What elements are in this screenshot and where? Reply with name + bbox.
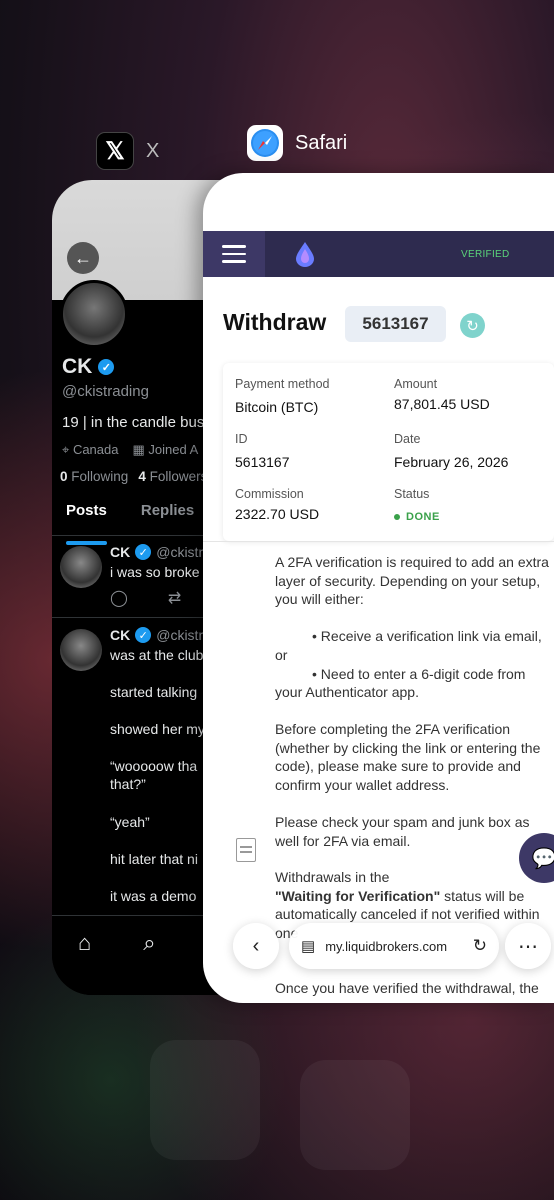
location-text: Canada [72, 442, 119, 457]
x-app-label[interactable]: 𝕏 X [96, 132, 159, 170]
tweet-text: started talking [110, 684, 198, 700]
wallet-paragraph: Before completing the 2FA verification (… [275, 721, 541, 793]
tweet-author: CK [110, 544, 131, 560]
id-label: ID [235, 432, 248, 446]
reload-icon[interactable]: ↻ [473, 936, 487, 956]
waiting-prefix: Withdrawals in the [275, 869, 390, 885]
document-icon [236, 838, 256, 862]
tweet-text: hit later that ni [110, 851, 198, 867]
commission-value: 2322.70 USD [235, 506, 320, 522]
retweet-icon[interactable]: ⇄ [168, 588, 181, 608]
safari-app-label[interactable]: Safari [247, 125, 347, 161]
instruction-bullet: • Need to enter a 6-digit code from [312, 666, 526, 682]
status-value: DONE [406, 511, 440, 523]
amount-value: 87,801.45 USD [394, 396, 490, 412]
tweet-text: i was so broke [110, 564, 200, 580]
followers-link[interactable]: 4 Followers [138, 469, 207, 484]
tweet-text: “yeah” [110, 814, 150, 830]
home-icon[interactable]: ⌂ [78, 930, 91, 995]
safari-compass-icon [247, 125, 283, 161]
id-value: 5613167 [235, 454, 290, 470]
amount-label: Amount [394, 377, 438, 391]
hamburger-menu-icon[interactable] [203, 231, 265, 277]
instructions-paragraph: A 2FA verification is required to add an… [275, 554, 549, 607]
followers-count: 4 [138, 469, 146, 484]
url-text: my.liquidbrokers.com [325, 938, 448, 954]
safari-app-card[interactable]: VERIFIED Withdraw 5613167 ↻ Payment meth… [203, 173, 554, 1003]
tweet-header: CK ✓ @ckistra [110, 627, 211, 643]
reply-icon[interactable]: ◯ [110, 588, 128, 608]
verified-status-label: VERIFIED [461, 249, 510, 260]
verified-badge-icon: ✓ [135, 544, 152, 560]
x-app-name: X [146, 139, 160, 162]
status-dot-icon [394, 514, 400, 520]
tweet-avatar[interactable] [60, 546, 102, 588]
page-title: Withdraw [223, 309, 327, 335]
liquidbrokers-logo-icon [296, 242, 314, 267]
tab-replies[interactable]: Replies [141, 502, 194, 535]
withdraw-details-panel: Payment method Bitcoin (BTC) Amount 87,8… [223, 363, 554, 541]
joined-item: ▦ Joined A [132, 442, 199, 457]
follow-counts: 0 Following 4 Followers [60, 469, 207, 484]
joined-text: Joined A [148, 442, 199, 457]
instruction-bullet: • Receive a verification link via email, [312, 628, 542, 644]
address-bar[interactable]: ▤ my.liquidbrokers.com ↻ [289, 923, 499, 969]
refresh-icon[interactable]: ↻ [460, 313, 485, 338]
verified-badge-icon: ✓ [98, 359, 115, 375]
payment-method-label: Payment method [235, 377, 330, 391]
back-arrow-icon[interactable]: ← [67, 242, 99, 274]
waiting-status-name: "Waiting for Verification" [275, 887, 441, 904]
following-label: Following [71, 469, 129, 484]
date-value: February 26, 2026 [394, 454, 509, 470]
spam-paragraph: Please check your spam and junk box as w… [275, 814, 530, 849]
followers-label: Followers [149, 469, 208, 484]
profile-name-text: CK [62, 355, 93, 378]
profile-avatar[interactable] [60, 280, 128, 348]
tab-overview-icon[interactable]: ▤ [301, 937, 315, 955]
instruction-bullet-tail: or [275, 647, 288, 663]
background-app-tile [300, 1060, 410, 1170]
background-app-tile [150, 1040, 260, 1160]
following-link[interactable]: 0 Following [60, 469, 128, 484]
back-button[interactable]: ‹ [233, 923, 279, 969]
profile-bio: 19 | in the candle busin [62, 414, 217, 431]
profile-meta: ⌖ Canada ▦ Joined A [62, 442, 198, 458]
payment-method-value: Bitcoin (BTC) [235, 399, 319, 415]
status-label: Status [394, 487, 430, 501]
tweet-text: “wooooow tha [110, 758, 198, 774]
tweet-actions: ◯ ⇄ [110, 588, 181, 608]
tweet-avatar[interactable] [60, 629, 102, 671]
following-count: 0 [60, 469, 68, 484]
withdraw-id-badge: 5613167 [345, 306, 446, 342]
location-item: ⌖ Canada [62, 442, 119, 457]
safari-toolbar: ‹ ▤ my.liquidbrokers.com ↻ ⋯ [233, 923, 554, 973]
tweet-text: it was a demo [110, 888, 197, 904]
tweet-text: was at the club [110, 647, 204, 663]
tweet-header: CK ✓ @ckistra [110, 544, 211, 560]
divider [203, 541, 554, 542]
verified-badge-icon: ✓ [135, 627, 152, 643]
tweet-text: showed her my [110, 721, 205, 737]
instruction-bullet-tail: your Authenticator app. [275, 684, 419, 700]
safari-app-name: Safari [295, 131, 348, 154]
x-logo-icon: 𝕏 [96, 132, 134, 170]
more-options-button[interactable]: ⋯ [505, 923, 551, 969]
status-badge: DONE [394, 511, 440, 523]
date-label: Date [394, 432, 421, 446]
site-navbar: VERIFIED [203, 231, 554, 277]
tweet-text: that?” [110, 776, 146, 792]
tab-posts[interactable]: Posts [66, 502, 107, 545]
tweet-author: CK [110, 627, 131, 643]
search-icon[interactable]: ⌕ [143, 930, 155, 995]
commission-label: Commission [235, 487, 304, 501]
profile-handle: @ckistrading [62, 383, 149, 400]
profile-name: CK ✓ [62, 355, 115, 379]
verified-paragraph: Once you have verified the withdrawal, t… [275, 980, 539, 996]
